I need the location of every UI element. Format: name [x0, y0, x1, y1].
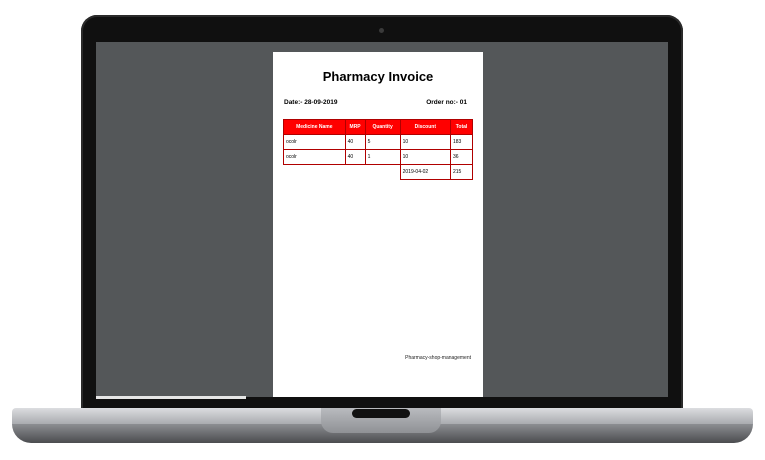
cell-empty	[284, 165, 346, 180]
cell-discount: 10	[399, 149, 451, 165]
invoice-date: Date:- 28-09-2019	[284, 99, 338, 106]
cell-quantity: 1	[364, 149, 401, 165]
invoice-order-number: Order no:- 01	[426, 99, 467, 106]
table-header-row: Medicine Name MRP Quantity Discount Tota…	[283, 119, 474, 135]
table-summary-row: 2019-04-02 215	[284, 164, 474, 180]
cell-medicine-name: ocolr	[283, 134, 346, 150]
cell-mrp: 40	[344, 134, 366, 150]
summary-discount: 2019-04-02	[399, 164, 451, 180]
invoice-footer: Pharmacy-shop-management	[405, 355, 471, 361]
table-row: ocolr 40 5 10 183	[283, 134, 474, 150]
hinge-shadow	[352, 409, 410, 418]
cell-empty	[365, 165, 400, 180]
webcam-icon	[379, 28, 384, 33]
column-header-total: Total	[449, 119, 474, 135]
invoice-title: Pharmacy Invoice	[322, 69, 434, 84]
invoice-page: Pharmacy Invoice Date:- 28-09-2019 Order…	[273, 52, 483, 397]
column-header-quantity: Quantity	[364, 119, 401, 135]
cell-empty	[345, 165, 365, 180]
cell-quantity: 5	[364, 134, 401, 150]
column-header-medicine-name: Medicine Name	[283, 119, 346, 135]
cell-total: 36	[449, 149, 474, 165]
column-header-discount: Discount	[399, 119, 451, 135]
cell-medicine-name: ocolr	[283, 149, 346, 165]
screen-taskbar-strip	[96, 396, 246, 399]
cell-discount: 10	[399, 134, 451, 150]
column-header-mrp: MRP	[344, 119, 366, 135]
summary-total: 215	[449, 164, 474, 180]
table-row: ocolr 40 1 10 36	[283, 149, 474, 165]
cell-total: 183	[449, 134, 474, 150]
invoice-table: Medicine Name MRP Quantity Discount Tota…	[283, 119, 474, 180]
cell-mrp: 40	[344, 149, 366, 165]
